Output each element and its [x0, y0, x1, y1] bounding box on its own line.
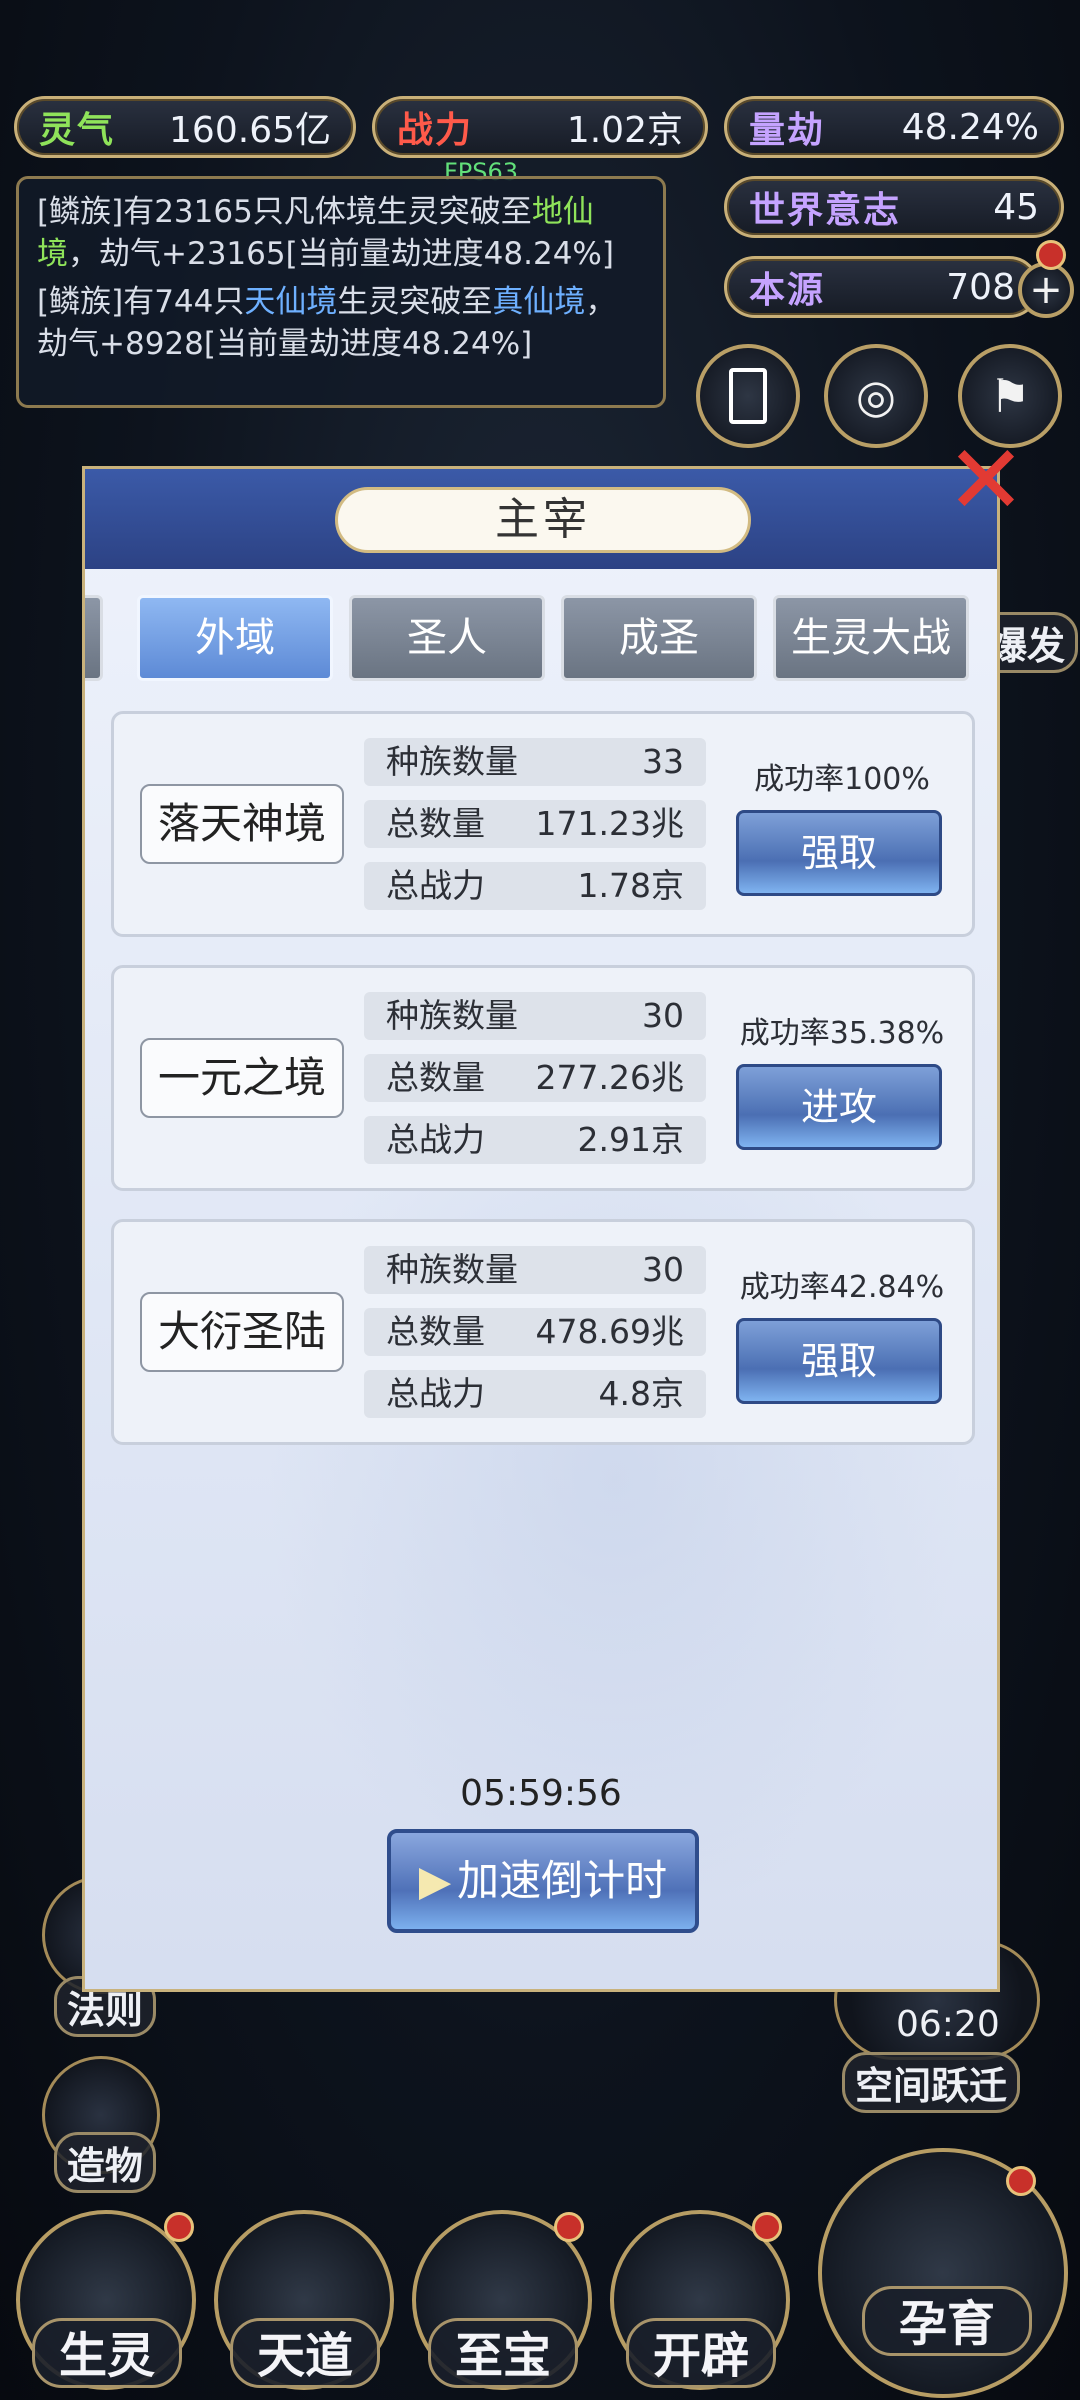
stat-row: 总战力 2.91京: [364, 1116, 706, 1164]
zaowu-label: 造物: [54, 2132, 157, 2193]
add-benyuan-button[interactable]: +: [1018, 262, 1074, 318]
benyuan-label: 本源: [749, 270, 826, 311]
stat-row: 种族数量 30: [364, 1246, 706, 1294]
notification-dot: [1006, 2166, 1036, 2196]
close-icon[interactable]: ✕: [944, 432, 1028, 528]
vortex-icon: ◎: [855, 369, 897, 423]
lingqi-label: 灵气: [39, 110, 116, 151]
dialog-title: 主宰: [335, 487, 751, 553]
plus-icon: +: [1029, 267, 1063, 313]
speed-up-countdown-button[interactable]: ▶ 加速倒计时: [387, 1829, 699, 1933]
seize-button[interactable]: 强取: [736, 810, 942, 896]
event-log: [鳞族]有23165只凡体境生灵突破至地仙境，劫气+23165[当前量劫进度48…: [16, 176, 666, 408]
lingqi-value: 160.65亿: [169, 110, 331, 151]
stat-row: 总战力 1.78京: [364, 862, 706, 910]
vortex-icon-button[interactable]: ◎: [824, 344, 928, 448]
success-rate: 成功率100%: [754, 762, 930, 797]
stat-row: 总数量 171.23兆: [364, 800, 706, 848]
bottom-nav-kaipi-label: 开辟: [626, 2318, 776, 2388]
tab-waiyu[interactable]: 外域: [137, 595, 333, 681]
zhanli-value: 1.02京: [566, 110, 683, 151]
countdown-timer: 05:59:56: [460, 1773, 622, 1814]
success-rate: 成功率42.84%: [739, 1270, 945, 1305]
kongjian-timer: 06:20: [896, 2004, 1000, 2045]
world-will-stat[interactable]: 世界意志 45: [724, 176, 1064, 238]
log-entry: [鳞族]有23165只凡体境生灵突破至地仙境，劫气+23165[当前量劫进度48…: [37, 194, 614, 272]
tab-left-partial[interactable]: [85, 595, 103, 681]
stat-row: 总数量 478.69兆: [364, 1308, 706, 1356]
notification-dot: [752, 2212, 782, 2242]
notification-dot: [164, 2212, 194, 2242]
play-icon: ▶: [418, 1856, 452, 1905]
zhanli-label: 战力: [397, 110, 474, 151]
log-entry: [鳞族]有744只天仙境生灵突破至真仙境，劫气+8928[当前量劫进度48.24…: [37, 284, 617, 362]
liangjie-value: 48.24%: [901, 106, 1039, 148]
card-icon-button[interactable]: [696, 344, 800, 448]
bottom-nav-tiandao-label: 天道: [230, 2318, 380, 2388]
zhuzai-dialog: 主宰 外域 圣人 成圣 生灵大战 落天神境 种族数量 33 总数量 171.23兆 …: [82, 466, 1000, 1992]
notification-dot: [554, 2212, 584, 2242]
stat-row: 种族数量 33: [364, 738, 706, 786]
domain-card: 落天神境 种族数量 33 总数量 171.23兆 总战力 1.78京 成功率100% …: [111, 711, 975, 937]
domain-card: 大衍圣陆 种族数量 30 总数量 478.69兆 总战力 4.8京 成功率42.84%…: [111, 1219, 975, 1445]
stat-row: 总战力 4.8京: [364, 1370, 706, 1418]
notification-dot: [1036, 240, 1066, 270]
benyuan-stat[interactable]: 本源 708: [724, 256, 1040, 318]
tab-shengling-dazhan[interactable]: 生灵大战: [773, 595, 969, 681]
domain-name: 大衍圣陆: [140, 1292, 344, 1372]
scroll-icon: ⚑: [989, 369, 1031, 423]
success-rate: 成功率35.38%: [739, 1016, 945, 1051]
bottom-nav-zhibao-label: 至宝: [428, 2318, 578, 2388]
bottom-nav-yunyu-label: 孕育: [862, 2286, 1032, 2356]
tab-chengsheng[interactable]: 成圣: [561, 595, 757, 681]
stat-row: 种族数量 30: [364, 992, 706, 1040]
zhanli-stat: 战力 1.02京: [372, 96, 708, 158]
liangjie-stat: 量劫 48.24%: [724, 96, 1064, 158]
domain-card: 一元之境 种族数量 30 总数量 277.26兆 总战力 2.91京 成功率35.38…: [111, 965, 975, 1191]
benyuan-value: 708: [946, 266, 1015, 308]
bottom-nav-shengling-label: 生灵: [32, 2318, 182, 2388]
world-will-label: 世界意志: [749, 190, 902, 231]
domain-name: 一元之境: [140, 1038, 344, 1118]
kongjian-label: 空间跃迁: [842, 2052, 1021, 2113]
seize-button[interactable]: 强取: [736, 1318, 942, 1404]
tab-shengren[interactable]: 圣人: [349, 595, 545, 681]
liangjie-label: 量劫: [749, 110, 826, 151]
domain-name: 落天神境: [140, 784, 344, 864]
card-icon: [729, 368, 767, 424]
world-will-value: 45: [993, 186, 1039, 228]
lingqi-stat: 灵气 160.65亿: [14, 96, 356, 158]
attack-button[interactable]: 进攻: [736, 1064, 942, 1150]
speed-up-label: 加速倒计时: [457, 1856, 668, 1905]
stat-row: 总数量 277.26兆: [364, 1054, 706, 1102]
